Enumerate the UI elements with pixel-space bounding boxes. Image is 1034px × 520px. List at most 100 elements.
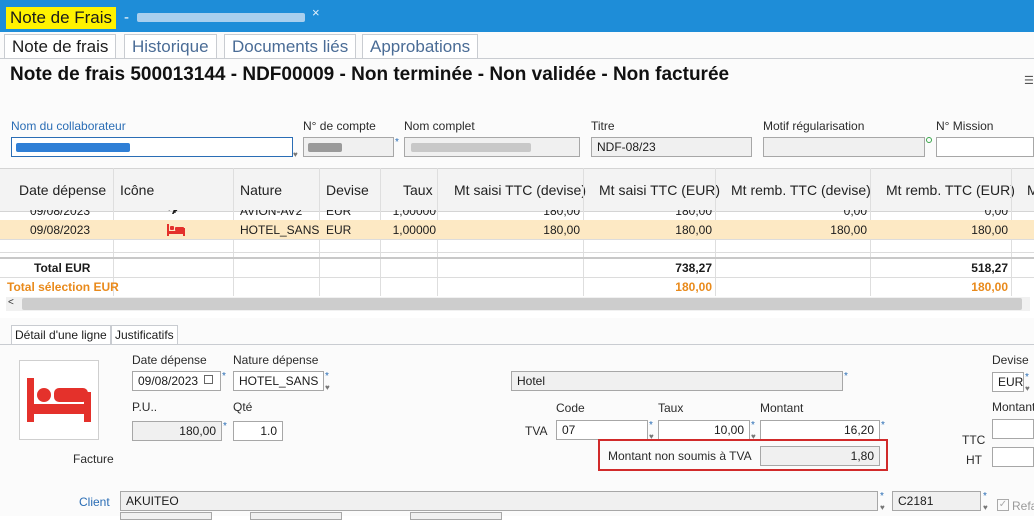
tva-code-field[interactable]: 07 [556,420,648,440]
bed-icon [27,378,91,425]
row-remb-eur: 0,00 [984,210,1008,218]
row-saisi-devise: 180,00 [543,223,580,237]
row-taux: 1,00000 [392,223,436,237]
grid-hline [0,239,1034,240]
tab-approbations[interactable]: Approbations [362,34,479,59]
col-saisi-devise[interactable]: Mt saisi TTC (devise) [454,182,586,198]
required-star-icon: * [325,371,329,382]
close-tab-icon[interactable]: × [312,5,320,20]
airplane-icon: ✈ [168,210,181,218]
motif-field[interactable] [763,137,925,157]
table-row[interactable]: 09/08/2023 ✈ AVION-AV2 EUR 1,00000 180,0… [0,210,1034,219]
window-title: Note de Frais [6,7,117,29]
tab-historique[interactable]: Historique [124,34,217,59]
description-field[interactable]: Hotel [511,371,843,391]
row-saisi-eur: 180,00 [675,223,712,237]
extra-field[interactable] [120,512,212,520]
total-selection-saisi: 180,00 [675,280,712,294]
nature-icon-box [19,360,99,440]
required-star-icon: * [844,371,848,382]
lookup-pin-icon[interactable]: ♥ [983,504,988,512]
row-devise: EUR [326,210,352,218]
row-nature: AVION-AV2 [240,210,303,218]
facture-label: Facture [73,452,114,466]
taux-label: Taux [658,401,684,415]
required-star-icon: * [983,491,987,502]
ttc-field[interactable] [992,419,1034,439]
row-remb-devise: 180,00 [830,223,867,237]
col-icone[interactable]: Icône [120,182,154,198]
pu-label: P.U.. [132,400,158,414]
compte-field[interactable] [303,137,394,157]
required-star-icon: * [880,491,884,502]
date-depense-label: Date dépense [132,353,207,367]
extra-field[interactable] [250,512,342,520]
collaborateur-label[interactable]: Nom du collaborateur [11,119,126,133]
row-date: 09/08/2023 [30,223,91,237]
row-saisi-devise: 180,00 [543,210,580,218]
row-remb-devise: 0,00 [843,210,867,218]
titre-label: Titre [591,119,615,133]
refacturable-label: Refa [1012,499,1034,513]
extra-field[interactable] [410,512,502,520]
non-soumis-field[interactable]: 1,80 [760,446,880,466]
row-remb-eur: 180,00 [971,223,1008,237]
required-star-icon: * [1025,372,1029,383]
code-label: Code [556,401,585,415]
total-separator [0,257,1034,259]
row-taux: 1,00000 [392,210,436,218]
motif-label: Motif régularisation [763,119,865,133]
refacturable-checkbox[interactable]: ✓ [997,499,1009,511]
ht-label: HT [966,453,982,467]
detail-tabs-divider [0,344,1034,345]
col-remb-eur[interactable]: Mt remb. TTC (EUR) [886,182,1015,198]
tva-montant-field[interactable]: 16,20 [760,420,880,440]
required-star-icon: * [223,421,227,432]
total-selection-label: Total sélection EUR [7,280,119,294]
grid-hline [0,277,1034,278]
col-saisi-eur[interactable]: Mt saisi TTC (EUR) [599,182,720,198]
required-star-icon: * [395,137,399,148]
col-m[interactable]: M [1027,182,1034,198]
tva-taux-field[interactable]: 10,00 [658,420,750,440]
lookup-pin-icon[interactable]: ♥ [293,151,298,159]
mission-label: N° Mission [936,119,994,133]
menu-icon[interactable]: ☰ [1024,74,1034,87]
nom-complet-field [404,137,580,157]
montant-right-label: Montant [992,400,1034,414]
client-code-field[interactable]: C2181 [892,491,981,511]
row-date: 09/08/2023 [30,210,91,218]
tab-note-de-frais[interactable]: Note de frais [4,34,117,59]
grid-hline [0,252,1034,253]
titre-field[interactable]: NDF-08/23 [591,137,752,157]
lookup-pin-icon[interactable]: ♥ [1025,385,1030,393]
tab-documents-lies[interactable]: Documents liés [224,34,357,59]
col-taux[interactable]: Taux [403,182,433,198]
ttc-label: TTC [962,433,986,447]
bed-icon [167,224,185,236]
required-star-icon: * [751,420,755,431]
lookup-pin-icon[interactable]: ♥ [880,504,885,512]
window-title-separator: - [124,9,129,26]
client-field[interactable]: AKUITEO [120,491,878,511]
tab-justificatifs[interactable]: Justificatifs [111,325,178,345]
mission-field[interactable] [936,137,1034,157]
collaborateur-field[interactable] [11,137,293,157]
tab-detail-ligne[interactable]: Détail d'une ligne [11,325,111,345]
col-nature[interactable]: Nature [240,182,282,198]
scroll-left-icon[interactable]: < [8,297,14,308]
calendar-icon[interactable] [204,375,213,384]
total-selection-remb: 180,00 [971,280,1008,294]
nature-depense-field[interactable]: HOTEL_SANS [233,371,324,391]
qte-field[interactable]: 1.0 [233,421,283,441]
ht-field[interactable] [992,447,1034,467]
col-date[interactable]: Date dépense [19,182,106,198]
lookup-pin-icon[interactable]: ♥ [325,384,330,392]
client-label[interactable]: Client [79,495,110,509]
total-saisi: 738,27 [675,261,712,275]
scrollbar-thumb[interactable] [22,298,1022,310]
pu-field[interactable]: 180,00 [132,421,222,441]
devise-field[interactable]: EUR [992,372,1024,392]
col-remb-devise[interactable]: Mt remb. TTC (devise) [731,182,871,198]
col-devise[interactable]: Devise [326,182,369,198]
